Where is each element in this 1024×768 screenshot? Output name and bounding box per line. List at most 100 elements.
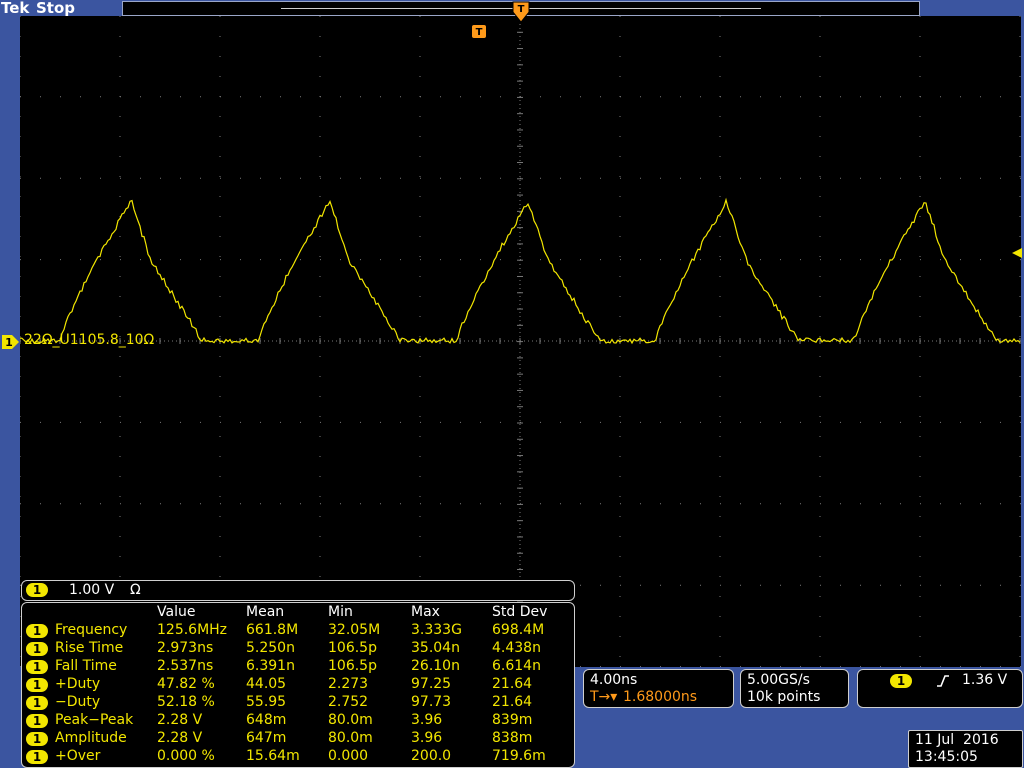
meas-mean: 6.391n: [246, 658, 295, 674]
meas-mean: 647m: [246, 730, 287, 746]
horizontal-position: 1.68000ns: [623, 689, 698, 705]
meas-name: Amplitude: [55, 730, 127, 746]
meas-min: 106.5p: [328, 640, 377, 656]
time: 13:45:05: [915, 749, 978, 765]
meas-mean: 648m: [246, 712, 287, 728]
brand-label: Tek: [1, 0, 30, 17]
meas-min: 2.273: [328, 676, 369, 692]
meas-value: 47.82 %: [157, 676, 215, 692]
meas-name: Frequency: [55, 622, 128, 638]
trigger-position-marker[interactable]: T: [512, 0, 530, 24]
meas-std: 719.6m: [492, 748, 546, 764]
meas-mean: 5.250n: [246, 640, 295, 656]
meas-min: 0.000: [328, 748, 369, 764]
meas-value: 2.537ns: [157, 658, 214, 674]
meas-max: 200.0: [411, 748, 452, 764]
trigger-settings-box[interactable]: 1 1.36 V: [857, 669, 1023, 708]
meas-channel-badge: 1: [26, 678, 48, 692]
meas-row[interactable]: 1 Frequency 125.6MHz 661.8M 32.05M 3.333G 698.…: [22, 622, 572, 640]
meas-name: Rise Time: [55, 640, 124, 656]
acquisition-status: Stop: [36, 0, 76, 17]
meas-std: 21.64: [492, 676, 533, 692]
meas-mean: 15.64m: [246, 748, 300, 764]
meas-std: 838m: [492, 730, 533, 746]
record-length: 10k points: [747, 689, 821, 705]
meas-min: 2.752: [328, 694, 369, 710]
meas-header: Max: [411, 604, 440, 620]
meas-channel-badge: 1: [26, 660, 48, 674]
date: 11 Jul 2016: [915, 732, 999, 748]
channel-1-trace: [20, 197, 1021, 345]
meas-channel-badge: 1: [26, 732, 48, 746]
meas-channel-badge: 1: [26, 696, 48, 710]
meas-min: 80.0m: [328, 730, 373, 746]
meas-channel-badge: 1: [26, 750, 48, 764]
meas-channel-badge: 1: [26, 714, 48, 728]
meas-max: 35.04n: [411, 640, 460, 656]
meas-header: Value: [157, 604, 196, 620]
meas-mean: 55.95: [246, 694, 287, 710]
meas-max: 3.333G: [411, 622, 462, 638]
meas-header: Min: [328, 604, 353, 620]
meas-mean: 44.05: [246, 676, 287, 692]
meas-max: 97.25: [411, 676, 452, 692]
meas-channel-badge: 1: [26, 624, 48, 638]
channel-1-termination: Ω: [130, 582, 141, 598]
meas-min: 80.0m: [328, 712, 373, 728]
meas-std: 4.438n: [492, 640, 541, 656]
meas-max: 97.73: [411, 694, 452, 710]
meas-row[interactable]: 1 +Over 0.000 % 15.64m 0.000 200.0 719.6m: [22, 748, 572, 766]
meas-max: 3.96: [411, 712, 443, 728]
meas-std: 6.614n: [492, 658, 541, 674]
meas-row[interactable]: 1 −Duty 52.18 % 55.95 2.752 97.73 21.64: [22, 694, 572, 712]
meas-std: 21.64: [492, 694, 533, 710]
svg-text:T: T: [476, 27, 483, 38]
sample-rate: 5.00GS/s: [747, 672, 810, 688]
meas-max: 3.96: [411, 730, 443, 746]
rising-edge-icon: [937, 675, 949, 687]
meas-std: 839m: [492, 712, 533, 728]
meas-row[interactable]: 1 +Duty 47.82 % 44.05 2.273 97.25 21.64: [22, 676, 572, 694]
meas-min: 106.5p: [328, 658, 377, 674]
meas-name: Fall Time: [55, 658, 117, 674]
measurements-table[interactable]: Value Mean Min Max Std Dev 1 Frequency 125.6MH…: [21, 602, 575, 768]
meas-name: +Over: [55, 748, 101, 764]
channel-1-scale-box[interactable]: 1 1.00 V Ω: [21, 580, 575, 601]
horizontal-position-prefix: T→▾: [590, 689, 618, 705]
graticule: [20, 16, 1021, 667]
trigger-level-arrow-icon[interactable]: [1010, 246, 1024, 260]
meas-name: Peak−Peak: [55, 712, 134, 728]
meas-row[interactable]: 1 Amplitude 2.28 V 647m 80.0m 3.96 838m: [22, 730, 572, 748]
meas-name: +Duty: [55, 676, 101, 692]
meas-row[interactable]: 1 Rise Time 2.973ns 5.250n 106.5p 35.04n 4.438…: [22, 640, 572, 658]
meas-name: −Duty: [55, 694, 101, 710]
channel-1-scale: 1.00 V: [69, 582, 115, 598]
waveform-display[interactable]: [20, 16, 1021, 667]
trigger-time-marker[interactable]: T: [471, 24, 487, 39]
meas-header: Mean: [246, 604, 285, 620]
meas-value: 2.973ns: [157, 640, 214, 656]
meas-std: 698.4M: [492, 622, 545, 638]
svg-text:T: T: [518, 4, 525, 15]
meas-value: 2.28 V: [157, 730, 203, 746]
datetime-box: 11 Jul 2016 13:45:05: [908, 730, 1023, 768]
trigger-level: 1.36 V: [962, 672, 1008, 688]
channel-1-label: 22Ω_U1105.8_10Ω: [24, 332, 155, 348]
meas-row[interactable]: 1 Fall Time 2.537ns 6.391n 106.5p 26.10n 6.614…: [22, 658, 572, 676]
meas-mean: 661.8M: [246, 622, 299, 638]
meas-header: Std Dev: [492, 604, 548, 620]
meas-value: 52.18 %: [157, 694, 215, 710]
meas-row[interactable]: 1 Peak−Peak 2.28 V 648m 80.0m 3.96 839m: [22, 712, 572, 730]
svg-text:1: 1: [5, 336, 13, 349]
meas-min: 32.05M: [328, 622, 381, 638]
horizontal-settings-box[interactable]: 4.00ns T→▾ 1.68000ns: [583, 669, 734, 708]
meas-max: 26.10n: [411, 658, 460, 674]
horizontal-scale: 4.00ns: [590, 672, 638, 688]
channel-1-ground-marker[interactable]: 1: [0, 334, 20, 350]
meas-value: 0.000 %: [157, 748, 215, 764]
meas-value: 2.28 V: [157, 712, 203, 728]
trigger-source-badge: 1: [890, 674, 912, 688]
meas-value: 125.6MHz: [157, 622, 228, 638]
channel-1-badge: 1: [26, 583, 48, 597]
acquisition-settings-box[interactable]: 5.00GS/s 10k points: [740, 669, 849, 708]
